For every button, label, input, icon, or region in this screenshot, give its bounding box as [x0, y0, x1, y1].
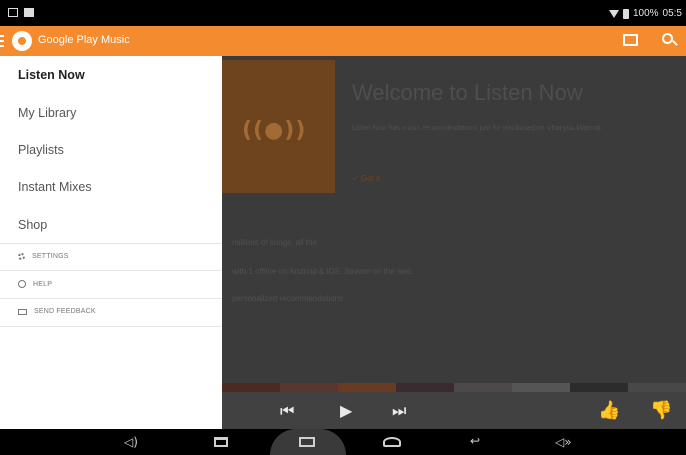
next-icon[interactable]: ⏭	[392, 401, 406, 421]
recent-apps-icon[interactable]	[214, 437, 228, 447]
drawer-item-settings[interactable]: SETTINGS	[18, 253, 69, 260]
headphones-logo-icon[interactable]	[12, 31, 32, 51]
back-icon[interactable]: ↩	[470, 434, 480, 448]
drawer-divider	[0, 270, 222, 271]
got-it-button[interactable]: ✓ Got it	[352, 174, 380, 183]
system-nav-bar: ◁) ↩ ◁»	[0, 429, 686, 455]
feedback-icon	[18, 308, 27, 315]
thumbs-down-icon[interactable]: 👎	[650, 400, 672, 421]
album-art-tile[interactable]	[628, 383, 686, 392]
album-art-tile[interactable]	[222, 383, 280, 392]
drawer-item-instant-mixes[interactable]: Instant Mixes	[18, 180, 92, 194]
drawer-item-send-feedback[interactable]: SEND FEEDBACK	[18, 308, 96, 315]
drawer-item-my-library[interactable]: My Library	[18, 106, 76, 120]
promo-line-2: with 1 offline on Android & iOS. Stream …	[232, 267, 414, 276]
app-title: Google Play Music	[38, 34, 130, 46]
drawer-item-playlists[interactable]: Playlists	[18, 143, 64, 157]
gear-icon	[18, 253, 25, 260]
album-art-tile[interactable]	[570, 383, 628, 392]
drawer-item-shop[interactable]: Shop	[18, 218, 47, 232]
album-art-tile[interactable]	[512, 383, 570, 392]
home-icon[interactable]	[383, 437, 401, 447]
settings-label: SETTINGS	[32, 253, 69, 260]
notification-icon	[8, 8, 18, 17]
volume-up-icon[interactable]: ◁»	[555, 435, 572, 449]
listen-now-content[interactable]: ((●)) Welcome to Listen Now Listen Now h…	[222, 56, 686, 392]
menu-icon[interactable]	[0, 35, 4, 47]
status-bar: 100% 05:5	[0, 0, 686, 26]
clock: 05:5	[662, 8, 682, 19]
player-bar: ⏮ ▶ ⏭ 👍 👎	[222, 392, 686, 429]
drawer-item-listen-now[interactable]: Listen Now	[18, 68, 85, 82]
battery-icon	[622, 8, 629, 19]
volume-down-icon[interactable]: ◁)	[124, 435, 138, 449]
album-art-strip[interactable]	[222, 383, 686, 392]
cast-icon[interactable]	[623, 34, 638, 46]
gallery-notification-icon	[24, 8, 34, 17]
drawer-item-help[interactable]: HELP	[18, 280, 52, 288]
help-icon	[18, 280, 26, 288]
battery-level: 100%	[632, 8, 659, 19]
promo-line-1: millions of songs, all the	[232, 238, 317, 247]
radio-broadcast-icon: ((●))	[242, 118, 307, 143]
status-indicators: 100% 05:5	[608, 8, 682, 19]
drawer-divider	[0, 243, 222, 244]
album-art-tile[interactable]	[454, 383, 512, 392]
album-art-tile[interactable]	[338, 383, 396, 392]
album-art-tile[interactable]	[396, 383, 454, 392]
send-feedback-label: SEND FEEDBACK	[34, 308, 96, 315]
search-icon[interactable]	[662, 33, 673, 44]
wifi-icon	[608, 9, 619, 18]
help-label: HELP	[33, 280, 53, 288]
navigation-drawer: Listen Now My Library Playlists Instant …	[0, 56, 222, 429]
welcome-title: Welcome to Listen Now	[352, 80, 583, 105]
screenshot-icon[interactable]	[299, 437, 315, 447]
previous-icon[interactable]: ⏮	[280, 401, 294, 421]
drawer-divider	[0, 326, 222, 327]
app-bar: Google Play Music	[0, 26, 686, 56]
album-art-tile[interactable]	[280, 383, 338, 392]
welcome-description: Listen Now has music recommendations jus…	[352, 125, 603, 132]
notification-icons	[8, 8, 34, 17]
listen-now-hero-image: ((●))	[222, 60, 335, 193]
thumbs-up-icon[interactable]: 👍	[598, 400, 620, 421]
drawer-divider	[0, 298, 222, 299]
play-icon[interactable]: ▶	[340, 401, 352, 420]
promo-line-3: personalized recommendations.	[232, 294, 346, 303]
